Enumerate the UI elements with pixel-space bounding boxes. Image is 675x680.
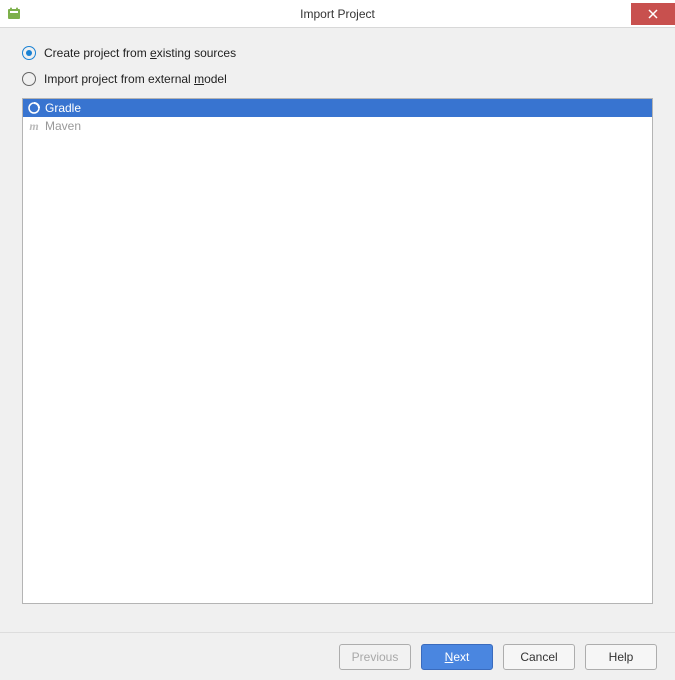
- window-title: Import Project: [0, 7, 675, 21]
- close-icon: [648, 9, 658, 19]
- button-bar: Previous Next Cancel Help: [0, 632, 675, 680]
- app-icon: [4, 4, 24, 24]
- dialog-content: Create project from existing sources Imp…: [0, 28, 675, 632]
- model-list[interactable]: Gradle m Maven: [22, 98, 653, 604]
- list-item-label: Maven: [45, 119, 81, 133]
- next-button[interactable]: Next: [421, 644, 493, 670]
- radio-import-external-model[interactable]: Import project from external model: [22, 72, 653, 86]
- radio-indicator: [22, 72, 36, 86]
- radio-label: Create project from existing sources: [44, 46, 236, 60]
- radio-create-from-existing[interactable]: Create project from existing sources: [22, 46, 653, 60]
- titlebar: Import Project: [0, 0, 675, 28]
- list-item-label: Gradle: [45, 101, 81, 115]
- previous-button: Previous: [339, 644, 411, 670]
- radio-indicator: [22, 46, 36, 60]
- radio-label: Import project from external model: [44, 72, 227, 86]
- list-item-maven[interactable]: m Maven: [23, 117, 652, 135]
- maven-icon: m: [27, 119, 41, 133]
- close-button[interactable]: [631, 3, 675, 25]
- gradle-icon: [27, 101, 41, 115]
- cancel-button[interactable]: Cancel: [503, 644, 575, 670]
- list-item-gradle[interactable]: Gradle: [23, 99, 652, 117]
- help-button[interactable]: Help: [585, 644, 657, 670]
